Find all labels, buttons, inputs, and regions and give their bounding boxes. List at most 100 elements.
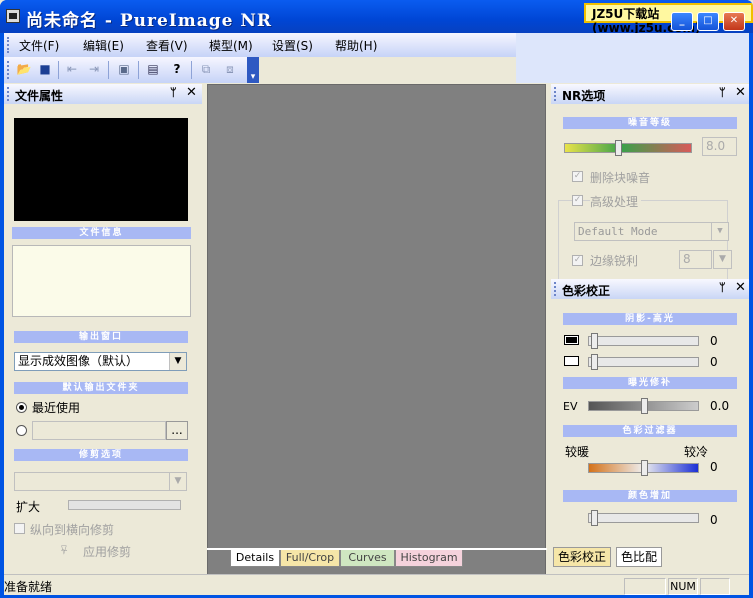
saturation-slider[interactable]	[588, 510, 699, 526]
output-window-value: 显示成效图像（默认）	[18, 354, 139, 368]
apply-crop-button[interactable]: 应用修剪	[83, 543, 131, 560]
menu-file[interactable]: 文件(F)	[19, 37, 59, 54]
chevron-down-icon[interactable]: ▼	[169, 353, 186, 370]
crop-select[interactable]: ▼	[14, 472, 187, 491]
client-area: 文件(F) 编辑(E) 查看(V) 模型(M) 设置(S) 帮助(H) 📂 ■ …	[4, 33, 749, 595]
toolbar-overflow-chevron-icon[interactable]: ▾	[247, 57, 259, 83]
title-bar: 尚未命名 - PureImage NR JZ5U下载站(www.jz5u.com…	[0, 0, 753, 35]
browse-button[interactable]: ...	[166, 421, 188, 440]
slider-thumb[interactable]	[641, 398, 648, 414]
close-icon[interactable]: ✕	[735, 85, 746, 100]
compare-icon[interactable]: ⧉	[198, 61, 214, 77]
shadow-icon	[564, 335, 579, 345]
mode-value: Default Mode	[578, 225, 658, 238]
redo-icon[interactable]: ⇥	[86, 61, 102, 77]
panel-grip[interactable]	[554, 87, 557, 101]
shadow-highlight-section: 阴影-高光	[563, 313, 737, 325]
output-window-select[interactable]: 显示成效图像（默认） ▼	[14, 352, 187, 371]
status-bar: 准备就绪 NUM	[4, 574, 749, 595]
warmer-label: 较暖	[565, 445, 590, 459]
close-icon[interactable]: ✕	[186, 85, 197, 100]
pin-icon[interactable]: ᛘ	[719, 281, 726, 294]
batch-icon[interactable]: ▣	[116, 61, 132, 77]
mode-select[interactable]: Default Mode ▼	[574, 222, 729, 241]
close-icon[interactable]: ✕	[735, 280, 746, 295]
edge-sharpen-checkbox[interactable]: ✓	[572, 255, 583, 266]
menu-bar: 文件(F) 编辑(E) 查看(V) 模型(M) 设置(S) 帮助(H)	[4, 33, 516, 57]
menubar-grip[interactable]	[7, 37, 10, 53]
minimize-button[interactable]: _	[671, 12, 693, 31]
tab-color-match[interactable]: 色比配	[616, 547, 663, 567]
save-icon[interactable]: ■	[37, 61, 53, 77]
toolbar-separator	[138, 61, 139, 79]
image-canvas[interactable]	[207, 84, 546, 582]
histogram-icon[interactable]: ▤	[145, 61, 161, 77]
status-cell-caps	[624, 578, 666, 595]
menu-model[interactable]: 模型(M)	[209, 37, 253, 54]
app-icon[interactable]	[6, 9, 20, 23]
exposure-section: 曝光修补	[563, 377, 737, 389]
pin-icon[interactable]: ᛘ	[170, 86, 177, 99]
chevron-down-icon[interactable]: ▼	[711, 223, 728, 240]
tab-details[interactable]: Details	[230, 550, 280, 567]
crop-vertical-label: 纵向到横向修剪	[30, 523, 115, 537]
recent-radio[interactable]	[16, 402, 27, 413]
highlight-icon	[564, 356, 579, 366]
highlight-slider[interactable]	[588, 354, 699, 370]
tab-histogram[interactable]: Histogram	[395, 550, 463, 567]
folder-radio[interactable]	[16, 425, 27, 436]
output-window-section: 输出窗口	[14, 331, 188, 343]
chevron-down-icon[interactable]: ▼	[714, 251, 731, 268]
crop-vertical-checkbox[interactable]	[14, 523, 25, 534]
menu-help[interactable]: 帮助(H)	[335, 37, 377, 54]
noise-level-input[interactable]: 8.0	[702, 137, 737, 156]
crop-options-section: 修剪选项	[14, 449, 188, 461]
file-properties-header: 文件属性 ᛘ ✕	[4, 84, 202, 104]
slider-thumb[interactable]	[591, 354, 598, 370]
file-properties-title: 文件属性	[15, 89, 64, 103]
folder-path-input[interactable]	[32, 421, 166, 440]
edge-sharpen-input[interactable]: 8	[679, 250, 712, 269]
slider-thumb[interactable]	[615, 140, 622, 156]
undo-icon[interactable]: ⇤	[64, 61, 80, 77]
nr-options-title: NR选项	[562, 89, 606, 103]
menu-view[interactable]: 查看(V)	[146, 37, 188, 54]
panel-grip[interactable]	[7, 87, 10, 101]
toolbar-area-blank	[516, 33, 749, 83]
default-output-folder-section: 默认输出文件夹	[14, 382, 188, 394]
noise-level-slider[interactable]	[564, 140, 692, 156]
color-filter-slider[interactable]	[588, 460, 699, 476]
slider-thumb[interactable]	[591, 510, 598, 526]
nr-options-header: NR选项 ᛘ ✕	[551, 84, 749, 104]
slider-thumb[interactable]	[641, 460, 648, 476]
help-icon[interactable]: ?	[169, 61, 185, 77]
menu-edit[interactable]: 编辑(E)	[83, 37, 124, 54]
shadow-slider[interactable]	[588, 333, 699, 349]
close-button[interactable]: ✕	[723, 12, 745, 31]
tab-full-crop[interactable]: Full/Crop	[280, 550, 340, 567]
noise-level-section: 噪音等级	[563, 117, 737, 129]
maximize-button[interactable]: □	[697, 12, 719, 31]
advanced-label: 高级处理	[590, 193, 642, 210]
pin-icon[interactable]: ᛘ	[719, 86, 726, 99]
slider-thumb[interactable]	[591, 333, 598, 349]
advanced-checkbox[interactable]: ✓	[572, 195, 583, 206]
shadow-value: 0	[710, 334, 718, 348]
remove-block-checkbox[interactable]: ✓	[572, 171, 583, 182]
exposure-slider[interactable]	[588, 398, 699, 414]
toolbar-grip[interactable]	[7, 61, 10, 79]
expand-slider[interactable]	[68, 500, 181, 510]
file-info-section: 文件信息	[12, 227, 191, 239]
tab-color-correction[interactable]: 色彩校正	[553, 547, 612, 567]
chevron-down-icon[interactable]: ▼	[169, 473, 186, 490]
open-icon[interactable]: 📂	[16, 61, 32, 77]
menu-settings[interactable]: 设置(S)	[272, 37, 313, 54]
panel-grip[interactable]	[554, 282, 557, 296]
status-text: 准备就绪	[4, 580, 53, 594]
ev-value: 0.0	[710, 399, 730, 413]
split-view-icon[interactable]: ⧈	[222, 61, 238, 77]
tab-curves[interactable]: Curves	[340, 550, 395, 567]
toolbar: 📂 ■ ⇤ ⇥ ▣ ▤ ? ⧉ ⧈ ▾	[4, 57, 259, 83]
edge-sharpen-dropdown[interactable]: ▼	[713, 250, 732, 269]
edge-sharpen-label: 边缘锐利	[590, 254, 639, 268]
